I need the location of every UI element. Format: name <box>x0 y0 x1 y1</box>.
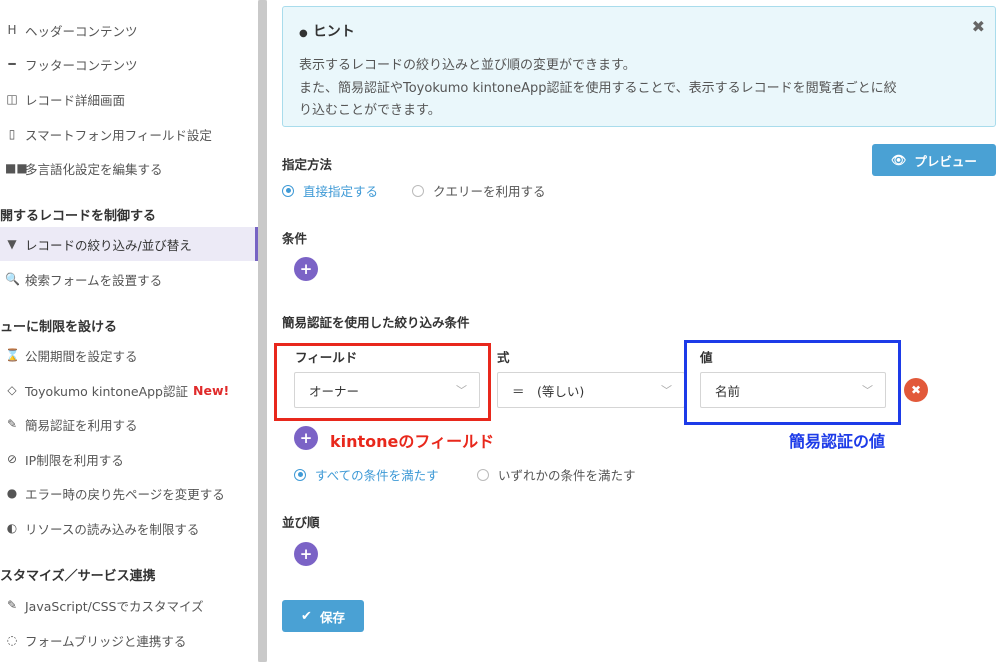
sidebar-item-label: 公開期間を設定する <box>25 348 138 364</box>
sidebar-item-record-detail[interactable]: ◫ レコード詳細画面 <box>0 82 258 116</box>
remove-condition-button[interactable]: ✖ <box>904 378 928 402</box>
sidebar-section-view-limit: ューに制限を設ける <box>0 320 118 335</box>
close-icon[interactable]: ✖ <box>972 17 985 36</box>
sidebar-item-label: リソースの読み込みを制限する <box>25 521 200 537</box>
lightbulb-icon: ● <box>299 28 308 39</box>
hint-title: ● ヒント <box>299 21 355 41</box>
radio-query-label: クエリーを利用する <box>433 184 546 199</box>
sidebar-item-label: スマートフォン用フィールド設定 <box>25 127 212 143</box>
kintone-field-annotation: kintoneのフィールド <box>330 432 495 451</box>
sidebar-item-label: 検索フォームを設置する <box>25 272 163 288</box>
sidebar-item-label: ヘッダーコンテンツ <box>25 23 138 39</box>
sidebar-item-simple-auth[interactable]: ✎ 簡易認証を利用する <box>0 407 258 441</box>
save-button-label: 保存 <box>319 609 345 625</box>
sidebar-item-label: IP制限を利用する <box>25 452 124 468</box>
close-icon: ✖ <box>910 383 922 397</box>
sidebar-item-label: レコードの絞り込み/並び替え <box>25 237 192 253</box>
preview-button[interactable]: 👁 プレビュー <box>872 144 996 176</box>
shield-icon: ◇ <box>7 383 17 397</box>
field-highlight-box <box>274 343 491 421</box>
sidebar-item-footer-content[interactable]: ━ フッターコンテンツ <box>0 47 258 81</box>
sidebar-item-label: エラー時の戻り先ページを変更する <box>25 486 225 502</box>
sort-label: 並び順 <box>282 515 320 530</box>
sidebar-item-formbridge[interactable]: ◌ フォームブリッジと連携する <box>0 623 258 657</box>
hint-box: ● ヒント ✖ 表示するレコードの絞り込みと並び順の変更ができます。 また、簡易認… <box>282 6 996 127</box>
header-icon: H <box>7 23 17 37</box>
add-auth-condition-button[interactable]: + <box>294 426 318 450</box>
sidebar: H ヘッダーコンテンツ ━ フッターコンテンツ ◫ レコード詳細画面 ▯ スマー… <box>0 0 258 662</box>
eye-icon: 👁 <box>891 153 907 167</box>
sidebar-item-label: 簡易認証を利用する <box>25 417 138 433</box>
filter-icon: ▼ <box>7 237 17 251</box>
sidebar-section-customize: スタマイズ／サービス連携 <box>0 569 156 584</box>
radio-dot <box>294 468 306 481</box>
sidebar-item-js-css[interactable]: ✎ JavaScript/CSSでカスタマイズ <box>0 588 258 622</box>
save-button[interactable]: ✔ 保存 <box>282 600 364 632</box>
radio-match-all[interactable]: すべての条件を満たす <box>294 465 439 484</box>
sidebar-item-header-content[interactable]: H ヘッダーコンテンツ <box>0 13 258 47</box>
check-icon: ✔ <box>301 608 312 624</box>
radio-match-any-label: いずれかの条件を満たす <box>498 468 636 483</box>
mobile-icon: ▯ <box>8 127 16 141</box>
radio-dot <box>412 184 424 197</box>
preview-button-label: プレビュー <box>914 153 977 169</box>
conditions-label: 条件 <box>282 231 308 246</box>
sidebar-item-label: JavaScript/CSSでカスタマイズ <box>25 598 204 614</box>
radio-direct[interactable]: 直接指定する <box>282 181 378 200</box>
add-sort-button[interactable]: + <box>294 542 318 566</box>
hourglass-icon: ⌛ <box>5 348 20 362</box>
auth-filter-label: 簡易認証を使用した絞り込み条件 <box>282 315 470 330</box>
sidebar-item-label: レコード詳細画面 <box>25 92 126 108</box>
hint-text-line-3: り込むことができます。 <box>299 103 441 118</box>
sidebar-item-publish-period[interactable]: ⌛ 公開期間を設定する <box>0 338 258 372</box>
add-condition-button[interactable]: + <box>294 257 318 281</box>
ban-icon: ⊘ <box>6 452 18 466</box>
new-badge: New! <box>193 382 230 398</box>
radio-match-any[interactable]: いずれかの条件を満たす <box>477 465 636 484</box>
expr-column-label: 式 <box>497 350 510 365</box>
search-icon: 🔍 <box>5 272 20 286</box>
chevron-down-icon: ﹀ <box>661 384 672 397</box>
sidebar-item-search-form[interactable]: 🔍 検索フォームを設置する <box>0 262 258 296</box>
shield-half-icon: ◐ <box>6 521 18 535</box>
sidebar-item-label: フォームブリッジと連携する <box>25 633 187 649</box>
radio-direct-label: 直接指定する <box>303 184 379 199</box>
sidebar-item-kintoneapp-auth[interactable]: ◇ Toyokumo kintoneApp認証 New! <box>0 373 258 407</box>
wrench-icon: ✎ <box>6 598 18 612</box>
simple-auth-value-annotation: 簡易認証の値 <box>789 432 886 451</box>
expr-select-value: ＝ (等しい) <box>512 383 585 399</box>
alert-icon: ● <box>6 486 18 500</box>
sidebar-item-label: 多言語化設定を編集する <box>25 161 163 177</box>
language-icon: ■■ <box>5 161 28 175</box>
sidebar-scrollbar-thumb[interactable] <box>258 0 267 662</box>
radio-query[interactable]: クエリーを利用する <box>412 181 546 200</box>
link-icon: ◌ <box>6 633 18 647</box>
radio-match-all-label: すべての条件を満たす <box>315 468 439 483</box>
sidebar-item-label: フッターコンテンツ <box>25 57 138 73</box>
radio-dot <box>477 468 489 481</box>
hint-title-text: ヒント <box>312 24 355 40</box>
footer-icon: ━ <box>8 57 16 71</box>
sidebar-item-error-redirect[interactable]: ● エラー時の戻り先ページを変更する <box>0 476 258 510</box>
hint-text-line-2: また、簡易認証やToyokumo kintoneApp認証を使用することで、表示… <box>299 81 897 96</box>
value-highlight-box <box>684 340 901 425</box>
sidebar-item-record-filter-sort[interactable]: ▼ レコードの絞り込み/並び替え <box>0 227 258 261</box>
sidebar-item-ip-restriction[interactable]: ⊘ IP制限を利用する <box>0 442 258 476</box>
spec-method-label: 指定方法 <box>282 157 333 172</box>
sidebar-item-multilingual[interactable]: ■■ 多言語化設定を編集する <box>0 151 258 185</box>
columns-icon: ◫ <box>6 92 18 106</box>
sidebar-section-record-control: 開するレコードを制御する <box>0 209 157 224</box>
sidebar-item-resource-restriction[interactable]: ◐ リソースの読み込みを制限する <box>0 511 258 545</box>
radio-dot <box>282 184 294 197</box>
sidebar-item-smartphone-fields[interactable]: ▯ スマートフォン用フィールド設定 <box>0 117 258 151</box>
hint-text-line-1: 表示するレコードの絞り込みと並び順の変更ができます。 <box>299 58 636 73</box>
expr-select[interactable]: ＝ (等しい) ﹀ <box>497 372 685 408</box>
key-icon: ✎ <box>6 417 18 431</box>
sidebar-item-label: Toyokumo kintoneApp認証 <box>25 383 188 399</box>
